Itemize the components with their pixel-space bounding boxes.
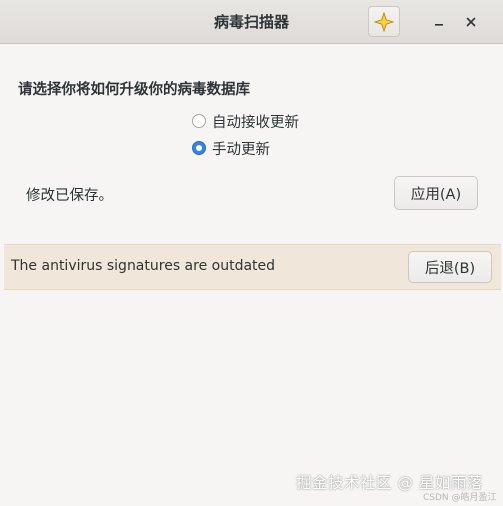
star-button[interactable] — [368, 6, 400, 37]
apply-button[interactable]: 应用(A) — [394, 176, 478, 210]
close-icon — [466, 17, 476, 27]
auto-update-radio[interactable] — [192, 114, 206, 128]
credit-text: CSDN @皓月盈江 — [423, 493, 497, 503]
manual-update-option[interactable]: 手动更新 — [192, 138, 270, 158]
manual-update-label: 手动更新 — [212, 141, 270, 158]
auto-update-label: 自动接收更新 — [212, 114, 299, 131]
outdated-signatures-infobar: The antivirus signatures are outdated 后退… — [4, 244, 501, 290]
manual-update-radio[interactable] — [192, 141, 206, 155]
minimize-button[interactable] — [428, 11, 450, 33]
minimize-icon — [435, 24, 443, 26]
infobar-message: The antivirus signatures are outdated — [11, 258, 276, 274]
auto-update-option[interactable]: 自动接收更新 — [192, 111, 299, 131]
title-bar: 病毒扫描器 — [0, 0, 503, 44]
sparkle-star-icon — [374, 11, 394, 32]
close-button[interactable] — [460, 11, 482, 33]
update-method-heading: 请选择你将如何升级你的病毒数据库 — [18, 82, 250, 98]
saved-status-text: 修改已保存。 — [26, 188, 113, 204]
back-button[interactable]: 后退(B) — [408, 251, 492, 283]
